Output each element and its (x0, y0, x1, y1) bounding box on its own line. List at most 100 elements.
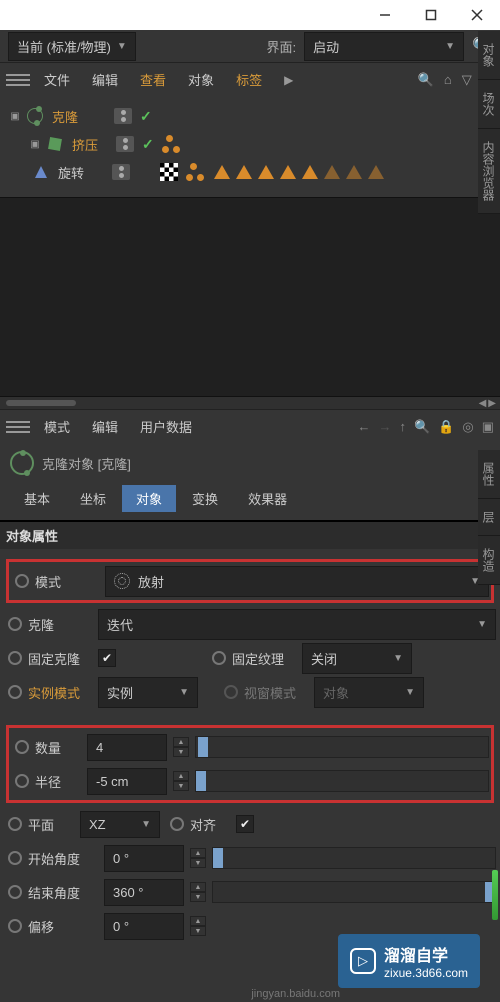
tab-object[interactable]: 对象 (122, 485, 176, 512)
attr-menu-userdata[interactable]: 用户数据 (132, 413, 200, 440)
side-tab-content[interactable]: 内容浏览器 (478, 129, 500, 214)
count-slider[interactable] (195, 736, 489, 758)
overflow-arrow-icon[interactable]: ▶ (284, 73, 293, 87)
selection-tag-icon[interactable] (324, 165, 340, 179)
clone-dropdown[interactable]: 迭代 ▼ (98, 609, 496, 640)
endangle-spinner[interactable]: ▲▼ (190, 882, 206, 902)
texture-tag-icon[interactable] (160, 163, 178, 181)
filter-icon[interactable]: ▽ (462, 72, 472, 88)
search-icon[interactable]: 🔍 (414, 419, 430, 435)
interface-dropdown[interactable]: 启动 ▼ (304, 32, 464, 61)
enabled-check-icon[interactable]: ✓ (142, 136, 154, 153)
add-icon[interactable]: ▣ (482, 419, 494, 435)
tree-row-clone[interactable]: ▣ 克隆 ✓ (0, 102, 500, 130)
layer-toggle[interactable] (114, 108, 132, 124)
param-anim-toggle[interactable] (8, 885, 22, 899)
attribute-body: 模式 放射 ▼ 克隆 迭代 ▼ 固定克隆 ✔ 固定纹理 关闭 ▼ 实例模式 实例 (0, 549, 500, 949)
search-icon[interactable]: 🔍 (418, 72, 434, 88)
side-tab-layers[interactable]: 层 (478, 499, 500, 536)
param-anim-toggle[interactable] (8, 651, 22, 665)
tree-row-rotate[interactable]: 旋转 (0, 158, 500, 186)
tab-effector[interactable]: 效果器 (234, 485, 301, 512)
forward-icon[interactable]: → (378, 419, 391, 434)
up-icon[interactable]: ↑ (399, 419, 406, 434)
param-anim-toggle[interactable] (15, 774, 29, 788)
startangle-slider[interactable] (212, 847, 496, 869)
side-tab-scenes[interactable]: 场次 (478, 80, 500, 129)
fixclone-checkbox[interactable]: ✔ (98, 649, 116, 667)
tab-basic[interactable]: 基本 (10, 485, 64, 512)
interface-label: 界面: (266, 37, 296, 56)
scroll-right-icon[interactable]: ▶ (488, 398, 496, 409)
radius-input[interactable]: -5 cm (87, 768, 167, 795)
radius-slider[interactable] (195, 770, 489, 792)
home-icon[interactable]: ⌂ (444, 72, 452, 87)
chevron-down-icon: ▼ (405, 687, 415, 698)
tab-coord[interactable]: 坐标 (66, 485, 120, 512)
radius-spinner[interactable]: ▲▼ (173, 771, 189, 791)
plane-dropdown[interactable]: XZ ▼ (80, 811, 160, 838)
expander-icon[interactable]: ▣ (8, 111, 22, 122)
minimize-button[interactable] (362, 0, 408, 30)
param-anim-toggle[interactable] (8, 817, 22, 831)
scroll-left-icon[interactable]: ◀ (479, 398, 487, 409)
selection-tag-icon[interactable] (236, 165, 252, 179)
expander-icon[interactable]: ▣ (28, 139, 42, 150)
selection-tag-icon[interactable] (346, 165, 362, 179)
tab-transform[interactable]: 变换 (178, 485, 232, 512)
param-anim-toggle[interactable] (8, 617, 22, 631)
attr-menu-edit[interactable]: 编辑 (84, 413, 126, 440)
param-anim-toggle[interactable] (170, 817, 184, 831)
enabled-check-icon[interactable]: ✓ (140, 108, 152, 125)
tree-row-extrude[interactable]: ▣ 挤压 ✓ (0, 130, 500, 158)
tag-icon[interactable]: ◎ (462, 419, 473, 435)
selection-tag-icon[interactable] (214, 165, 230, 179)
count-spinner[interactable]: ▲▼ (173, 737, 189, 757)
tag-icon[interactable] (162, 135, 180, 153)
side-tab-objects[interactable]: 对象 (478, 31, 500, 80)
chevron-down-icon: ▼ (117, 41, 127, 52)
fixtex-dropdown[interactable]: 关闭 ▼ (302, 643, 412, 674)
back-icon[interactable]: ← (357, 419, 370, 434)
param-anim-toggle[interactable] (15, 574, 29, 588)
layer-toggle[interactable] (116, 136, 134, 152)
startangle-spinner[interactable]: ▲▼ (190, 848, 206, 868)
attr-menu-mode[interactable]: 模式 (36, 413, 78, 440)
endangle-label: 结束角度 (28, 883, 98, 902)
selection-tag-icon[interactable] (368, 165, 384, 179)
side-tab-structure[interactable]: 构造 (478, 536, 500, 585)
count-input[interactable]: 4 (87, 734, 167, 761)
instmode-dropdown[interactable]: 实例 ▼ (98, 677, 198, 708)
startangle-input[interactable]: 0 ° (104, 845, 184, 872)
layer-toggle[interactable] (112, 164, 130, 180)
lock-icon[interactable]: 🔒 (438, 419, 454, 435)
menu-file[interactable]: 文件 (36, 66, 78, 93)
panel-menu-icon[interactable] (6, 415, 30, 439)
side-tab-attributes[interactable]: 属性 (478, 450, 500, 499)
menu-edit[interactable]: 编辑 (84, 66, 126, 93)
mode-dropdown[interactable]: 放射 ▼ (105, 566, 489, 597)
menu-tag[interactable]: 标签 (228, 66, 270, 93)
panel-menu-icon[interactable] (6, 68, 30, 92)
align-checkbox[interactable]: ✔ (236, 815, 254, 833)
close-button[interactable] (454, 0, 500, 30)
offset-spinner[interactable]: ▲▼ (190, 916, 206, 936)
param-anim-toggle[interactable] (8, 685, 22, 699)
selection-tag-icon[interactable] (302, 165, 318, 179)
offset-input[interactable]: 0 ° (104, 913, 184, 940)
layout-dropdown[interactable]: 当前 (标准/物理) ▼ (8, 32, 136, 61)
scrollbar-thumb[interactable] (6, 400, 76, 406)
param-anim-toggle[interactable] (8, 919, 22, 933)
endangle-input[interactable]: 360 ° (104, 879, 184, 906)
horizontal-scrollbar[interactable]: ◀▶ (0, 397, 500, 409)
selection-tag-icon[interactable] (280, 165, 296, 179)
param-anim-toggle[interactable] (212, 651, 226, 665)
menu-object[interactable]: 对象 (180, 66, 222, 93)
tag-icon[interactable] (186, 163, 204, 181)
selection-tag-icon[interactable] (258, 165, 274, 179)
menu-view[interactable]: 查看 (132, 66, 174, 93)
endangle-slider[interactable] (212, 881, 496, 903)
param-anim-toggle[interactable] (8, 851, 22, 865)
maximize-button[interactable] (408, 0, 454, 30)
param-anim-toggle[interactable] (15, 740, 29, 754)
